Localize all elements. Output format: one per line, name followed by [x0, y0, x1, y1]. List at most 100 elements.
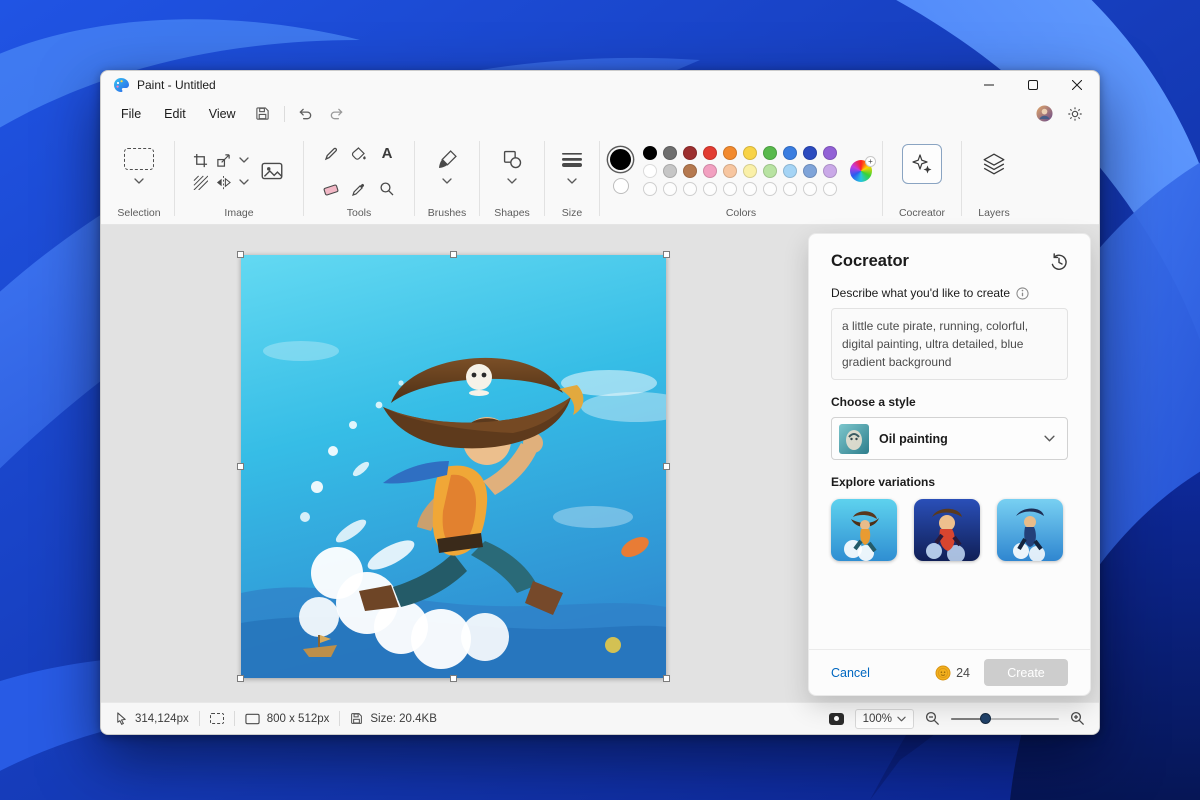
- cocreator-button[interactable]: [902, 144, 942, 184]
- menu-file[interactable]: File: [110, 103, 152, 125]
- selection-handle-e[interactable]: [663, 463, 670, 470]
- canvas[interactable]: [241, 255, 666, 678]
- selection-handle-nw[interactable]: [237, 251, 244, 258]
- titlebar[interactable]: Paint - Untitled: [101, 71, 1099, 98]
- save-button[interactable]: [248, 102, 278, 126]
- text-tool-icon[interactable]: A: [382, 146, 393, 161]
- history-icon[interactable]: [1050, 253, 1068, 271]
- settings-button[interactable]: [1060, 102, 1090, 126]
- color-swatch[interactable]: [823, 146, 837, 160]
- cursor-icon: [115, 712, 128, 725]
- color-picker-tool-icon[interactable]: [351, 181, 367, 197]
- magnifier-tool-icon[interactable]: [379, 181, 395, 197]
- variation-thumbnail-2[interactable]: [914, 499, 980, 561]
- close-button[interactable]: [1055, 71, 1099, 98]
- shapes-group-label: Shapes: [494, 207, 530, 224]
- zoom-in-icon[interactable]: [1070, 711, 1085, 726]
- eraser-tool-icon[interactable]: [323, 181, 339, 197]
- layers-group[interactable]: Layers: [965, 131, 1023, 224]
- create-button[interactable]: Create: [984, 659, 1068, 686]
- chevron-down-icon[interactable]: [134, 178, 144, 184]
- thumbnail-view-icon[interactable]: [829, 713, 844, 725]
- color-swatch[interactable]: [683, 146, 697, 160]
- pencil-tool-icon[interactable]: [323, 146, 339, 162]
- color-swatch[interactable]: [763, 164, 777, 178]
- cancel-button[interactable]: Cancel: [831, 666, 870, 680]
- empty-color-slot[interactable]: [723, 182, 737, 196]
- variation-thumbnail-3[interactable]: [997, 499, 1063, 561]
- chevron-down-icon[interactable]: [567, 178, 577, 184]
- empty-color-slot[interactable]: [783, 182, 797, 196]
- color-swatch[interactable]: [643, 164, 657, 178]
- redo-button[interactable]: [322, 102, 352, 126]
- color-swatch[interactable]: [663, 164, 677, 178]
- flip-icon[interactable]: [216, 175, 231, 190]
- style-dropdown[interactable]: Oil painting: [831, 417, 1068, 460]
- color-swatch[interactable]: [663, 146, 677, 160]
- crop-icon[interactable]: [193, 153, 208, 168]
- prompt-input[interactable]: a little cute pirate, running, colorful,…: [831, 308, 1068, 380]
- color-swatch[interactable]: [643, 146, 657, 160]
- shapes-group[interactable]: Shapes: [483, 131, 541, 224]
- empty-color-slot[interactable]: [823, 182, 837, 196]
- rotate-image-icon[interactable]: [259, 158, 285, 184]
- color-swatch[interactable]: [803, 146, 817, 160]
- menu-edit[interactable]: Edit: [153, 103, 197, 125]
- selection-handle-ne[interactable]: [663, 251, 670, 258]
- resize-icon[interactable]: [216, 153, 231, 168]
- color-swatch[interactable]: [823, 164, 837, 178]
- selection-handle-s[interactable]: [450, 675, 457, 682]
- color-swatch[interactable]: [723, 164, 737, 178]
- chevron-down-icon[interactable]: [239, 179, 249, 185]
- zoom-level-dropdown[interactable]: 100%: [855, 709, 914, 729]
- color-swatch[interactable]: [803, 164, 817, 178]
- color-swatch[interactable]: [783, 146, 797, 160]
- chevron-down-icon[interactable]: [507, 178, 517, 184]
- color-swatch[interactable]: [683, 164, 697, 178]
- empty-color-slot[interactable]: [643, 182, 657, 196]
- empty-color-slot[interactable]: [663, 182, 677, 196]
- brushes-group[interactable]: Brushes: [418, 131, 476, 224]
- chevron-down-icon[interactable]: [239, 157, 249, 163]
- selection-handle-w[interactable]: [237, 463, 244, 470]
- empty-color-slot[interactable]: [703, 182, 717, 196]
- selection-icon[interactable]: [124, 148, 154, 170]
- colors-group: + Colors: [603, 131, 879, 224]
- selection-handle-n[interactable]: [450, 251, 457, 258]
- pattern-icon[interactable]: [193, 175, 208, 190]
- fill-tool-icon[interactable]: [351, 146, 367, 162]
- selection-handle-se[interactable]: [663, 675, 670, 682]
- maximize-button[interactable]: [1011, 71, 1055, 98]
- color-swatch[interactable]: [743, 146, 757, 160]
- zoom-slider[interactable]: [951, 713, 1059, 725]
- selection-tool-group[interactable]: Selection: [107, 131, 171, 224]
- zoom-out-icon[interactable]: [925, 711, 940, 726]
- minimize-button[interactable]: [967, 71, 1011, 98]
- undo-button[interactable]: [291, 102, 321, 126]
- color-swatch[interactable]: [783, 164, 797, 178]
- empty-color-slot[interactable]: [743, 182, 757, 196]
- empty-color-slot[interactable]: [683, 182, 697, 196]
- empty-color-slot[interactable]: [763, 182, 777, 196]
- info-icon[interactable]: [1016, 287, 1029, 300]
- shapes-icon[interactable]: [503, 150, 522, 169]
- cocreator-group[interactable]: Cocreator: [886, 131, 958, 224]
- empty-color-slot[interactable]: [803, 182, 817, 196]
- menu-view[interactable]: View: [198, 103, 247, 125]
- background-color[interactable]: [613, 178, 629, 194]
- color-swatch[interactable]: [703, 164, 717, 178]
- chevron-down-icon[interactable]: [442, 178, 452, 184]
- size-group[interactable]: Size: [548, 131, 596, 224]
- brush-icon[interactable]: [438, 150, 457, 169]
- color-swatch[interactable]: [723, 146, 737, 160]
- selection-handle-sw[interactable]: [237, 675, 244, 682]
- zoom-slider-thumb[interactable]: [980, 713, 991, 724]
- layers-icon[interactable]: [982, 152, 1006, 176]
- color-swatch[interactable]: [763, 146, 777, 160]
- variation-thumbnail-1[interactable]: [831, 499, 897, 561]
- foreground-color[interactable]: [610, 149, 631, 170]
- line-size-icon[interactable]: [561, 151, 583, 167]
- account-button[interactable]: [1029, 102, 1059, 126]
- color-swatch[interactable]: [703, 146, 717, 160]
- color-swatch[interactable]: [743, 164, 757, 178]
